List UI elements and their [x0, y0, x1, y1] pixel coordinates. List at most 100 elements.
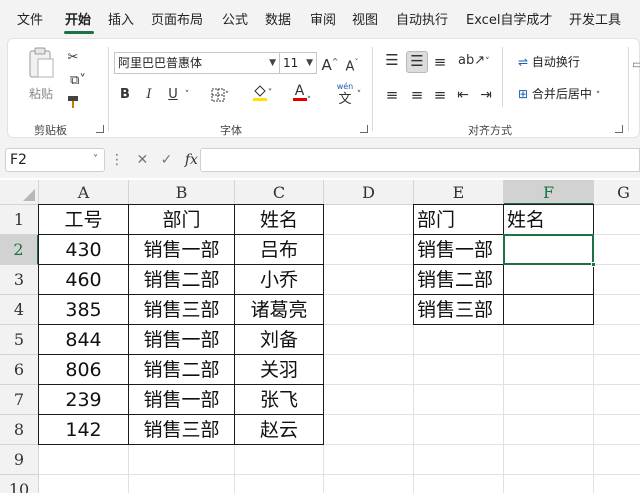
cell[interactable] — [594, 325, 640, 355]
table-cell[interactable]: 销售三部 — [414, 295, 504, 325]
row-header-8[interactable]: 8 — [0, 415, 39, 445]
cell[interactable] — [414, 445, 504, 475]
fill-color-button[interactable]: ˅ — [248, 83, 276, 103]
formula-input[interactable] — [200, 148, 640, 172]
cell[interactable] — [324, 265, 414, 295]
cell[interactable] — [594, 385, 640, 415]
table-cell[interactable]: 销售一部 — [129, 325, 235, 355]
select-all-button[interactable] — [0, 180, 39, 205]
cell[interactable] — [414, 415, 504, 445]
table-cell[interactable]: 销售一部 — [129, 235, 235, 265]
wrap-text-button[interactable]: ⇌ 自动换行 — [518, 53, 580, 70]
cell[interactable] — [324, 355, 414, 385]
cell[interactable] — [235, 475, 324, 493]
enter-icon[interactable]: ✓ — [161, 152, 173, 168]
column-header-b[interactable]: B — [129, 180, 235, 205]
cell[interactable] — [594, 355, 640, 385]
cell[interactable] — [414, 385, 504, 415]
cell[interactable] — [504, 385, 594, 415]
tab-formulas[interactable]: 公式 — [222, 9, 248, 28]
alignment-launcher-icon[interactable] — [615, 125, 623, 133]
align-right-icon[interactable]: ≡ — [431, 86, 449, 104]
table-header-cell[interactable]: 姓名 — [235, 205, 324, 235]
tab-excel-self-study[interactable]: Excel自学成才 — [466, 9, 552, 28]
tab-automate[interactable]: 自动执行 — [396, 9, 448, 28]
tab-home[interactable]: 开始 — [65, 9, 91, 28]
cell[interactable] — [324, 445, 414, 475]
cell[interactable] — [324, 475, 414, 493]
cell[interactable] — [324, 415, 414, 445]
tab-insert[interactable]: 插入 — [108, 9, 134, 28]
cell[interactable] — [504, 445, 594, 475]
cell[interactable] — [594, 475, 640, 493]
cell[interactable] — [324, 235, 414, 265]
cut-icon[interactable]: ✂ — [64, 49, 82, 67]
tab-review[interactable]: 审阅 — [310, 9, 336, 28]
decrease-font-size-button[interactable]: Aˇ — [344, 54, 360, 76]
tab-page-layout[interactable]: 页面布局 — [151, 9, 203, 28]
bold-button[interactable]: B — [118, 86, 132, 104]
name-box[interactable]: F2 ˅ — [5, 148, 105, 172]
merge-center-button[interactable]: ⊞ 合并后居中 ˅ — [518, 85, 600, 102]
cell[interactable] — [129, 445, 235, 475]
table-cell[interactable]: 销售三部 — [129, 415, 235, 445]
cell[interactable] — [504, 475, 594, 493]
table-cell[interactable]: 430 — [39, 235, 129, 265]
fill-handle[interactable] — [591, 262, 596, 267]
cell[interactable] — [594, 205, 640, 235]
font-launcher-icon[interactable] — [360, 125, 368, 133]
row-header-9[interactable]: 9 — [0, 445, 39, 475]
chevron-down-icon[interactable]: ˅ — [182, 86, 192, 104]
table-cell[interactable]: 385 — [39, 295, 129, 325]
table-cell[interactable]: 239 — [39, 385, 129, 415]
cell[interactable] — [324, 295, 414, 325]
table-cell[interactable]: 806 — [39, 355, 129, 385]
column-header-g[interactable]: G — [594, 180, 640, 205]
cancel-icon[interactable]: ✕ — [136, 152, 148, 168]
borders-button[interactable]: ˅ — [206, 86, 234, 105]
number-format-icon[interactable]: ▭ — [632, 55, 640, 73]
column-header-c[interactable]: C — [235, 180, 324, 205]
column-header-d[interactable]: D — [324, 180, 414, 205]
align-center-icon[interactable]: ≡ — [408, 86, 426, 104]
cell[interactable] — [504, 325, 594, 355]
row-header-1[interactable]: 1 — [0, 205, 39, 235]
cell[interactable] — [594, 445, 640, 475]
cell[interactable] — [594, 295, 640, 325]
clipboard-launcher-icon[interactable] — [96, 125, 104, 133]
cell[interactable] — [594, 235, 640, 265]
font-color-button[interactable]: A ˅ — [288, 83, 316, 110]
orientation-icon[interactable]: ab↗˅ — [458, 52, 490, 71]
insert-function-icon[interactable]: fx — [185, 152, 198, 168]
paste-button[interactable]: 粘贴 — [24, 47, 58, 107]
table-cell[interactable]: 844 — [39, 325, 129, 355]
row-header-5[interactable]: 5 — [0, 325, 39, 355]
table-cell[interactable]: 销售二部 — [414, 265, 504, 295]
table-cell[interactable]: 小乔 — [235, 265, 324, 295]
underline-button[interactable]: U — [166, 86, 180, 104]
font-size-select[interactable]: 11 ▼ — [279, 52, 317, 74]
table-cell[interactable]: 刘备 — [235, 325, 324, 355]
cell[interactable] — [324, 385, 414, 415]
row-header-4[interactable]: 4 — [0, 295, 39, 325]
align-top-icon[interactable]: ☰ — [383, 51, 401, 69]
table-cell[interactable]: 142 — [39, 415, 129, 445]
table-cell[interactable]: 销售一部 — [129, 385, 235, 415]
cell[interactable] — [414, 475, 504, 493]
table-header-cell[interactable]: 部门 — [129, 205, 235, 235]
table-header-cell[interactable]: 部门 — [414, 205, 504, 235]
cell[interactable] — [39, 475, 129, 493]
cell[interactable] — [39, 445, 129, 475]
format-painter-icon[interactable] — [64, 94, 82, 116]
cell[interactable] — [594, 415, 640, 445]
table-cell[interactable]: 吕布 — [235, 235, 324, 265]
row-header-2[interactable]: 2 — [0, 235, 39, 265]
tab-developer[interactable]: 开发工具 — [569, 9, 621, 28]
table-cell[interactable]: 诸葛亮 — [235, 295, 324, 325]
table-cell[interactable]: 张飞 — [235, 385, 324, 415]
table-cell[interactable]: 销售二部 — [129, 265, 235, 295]
cell[interactable] — [504, 355, 594, 385]
table-cell[interactable] — [504, 295, 594, 325]
table-cell[interactable]: 销售二部 — [129, 355, 235, 385]
table-cell[interactable]: 关羽 — [235, 355, 324, 385]
